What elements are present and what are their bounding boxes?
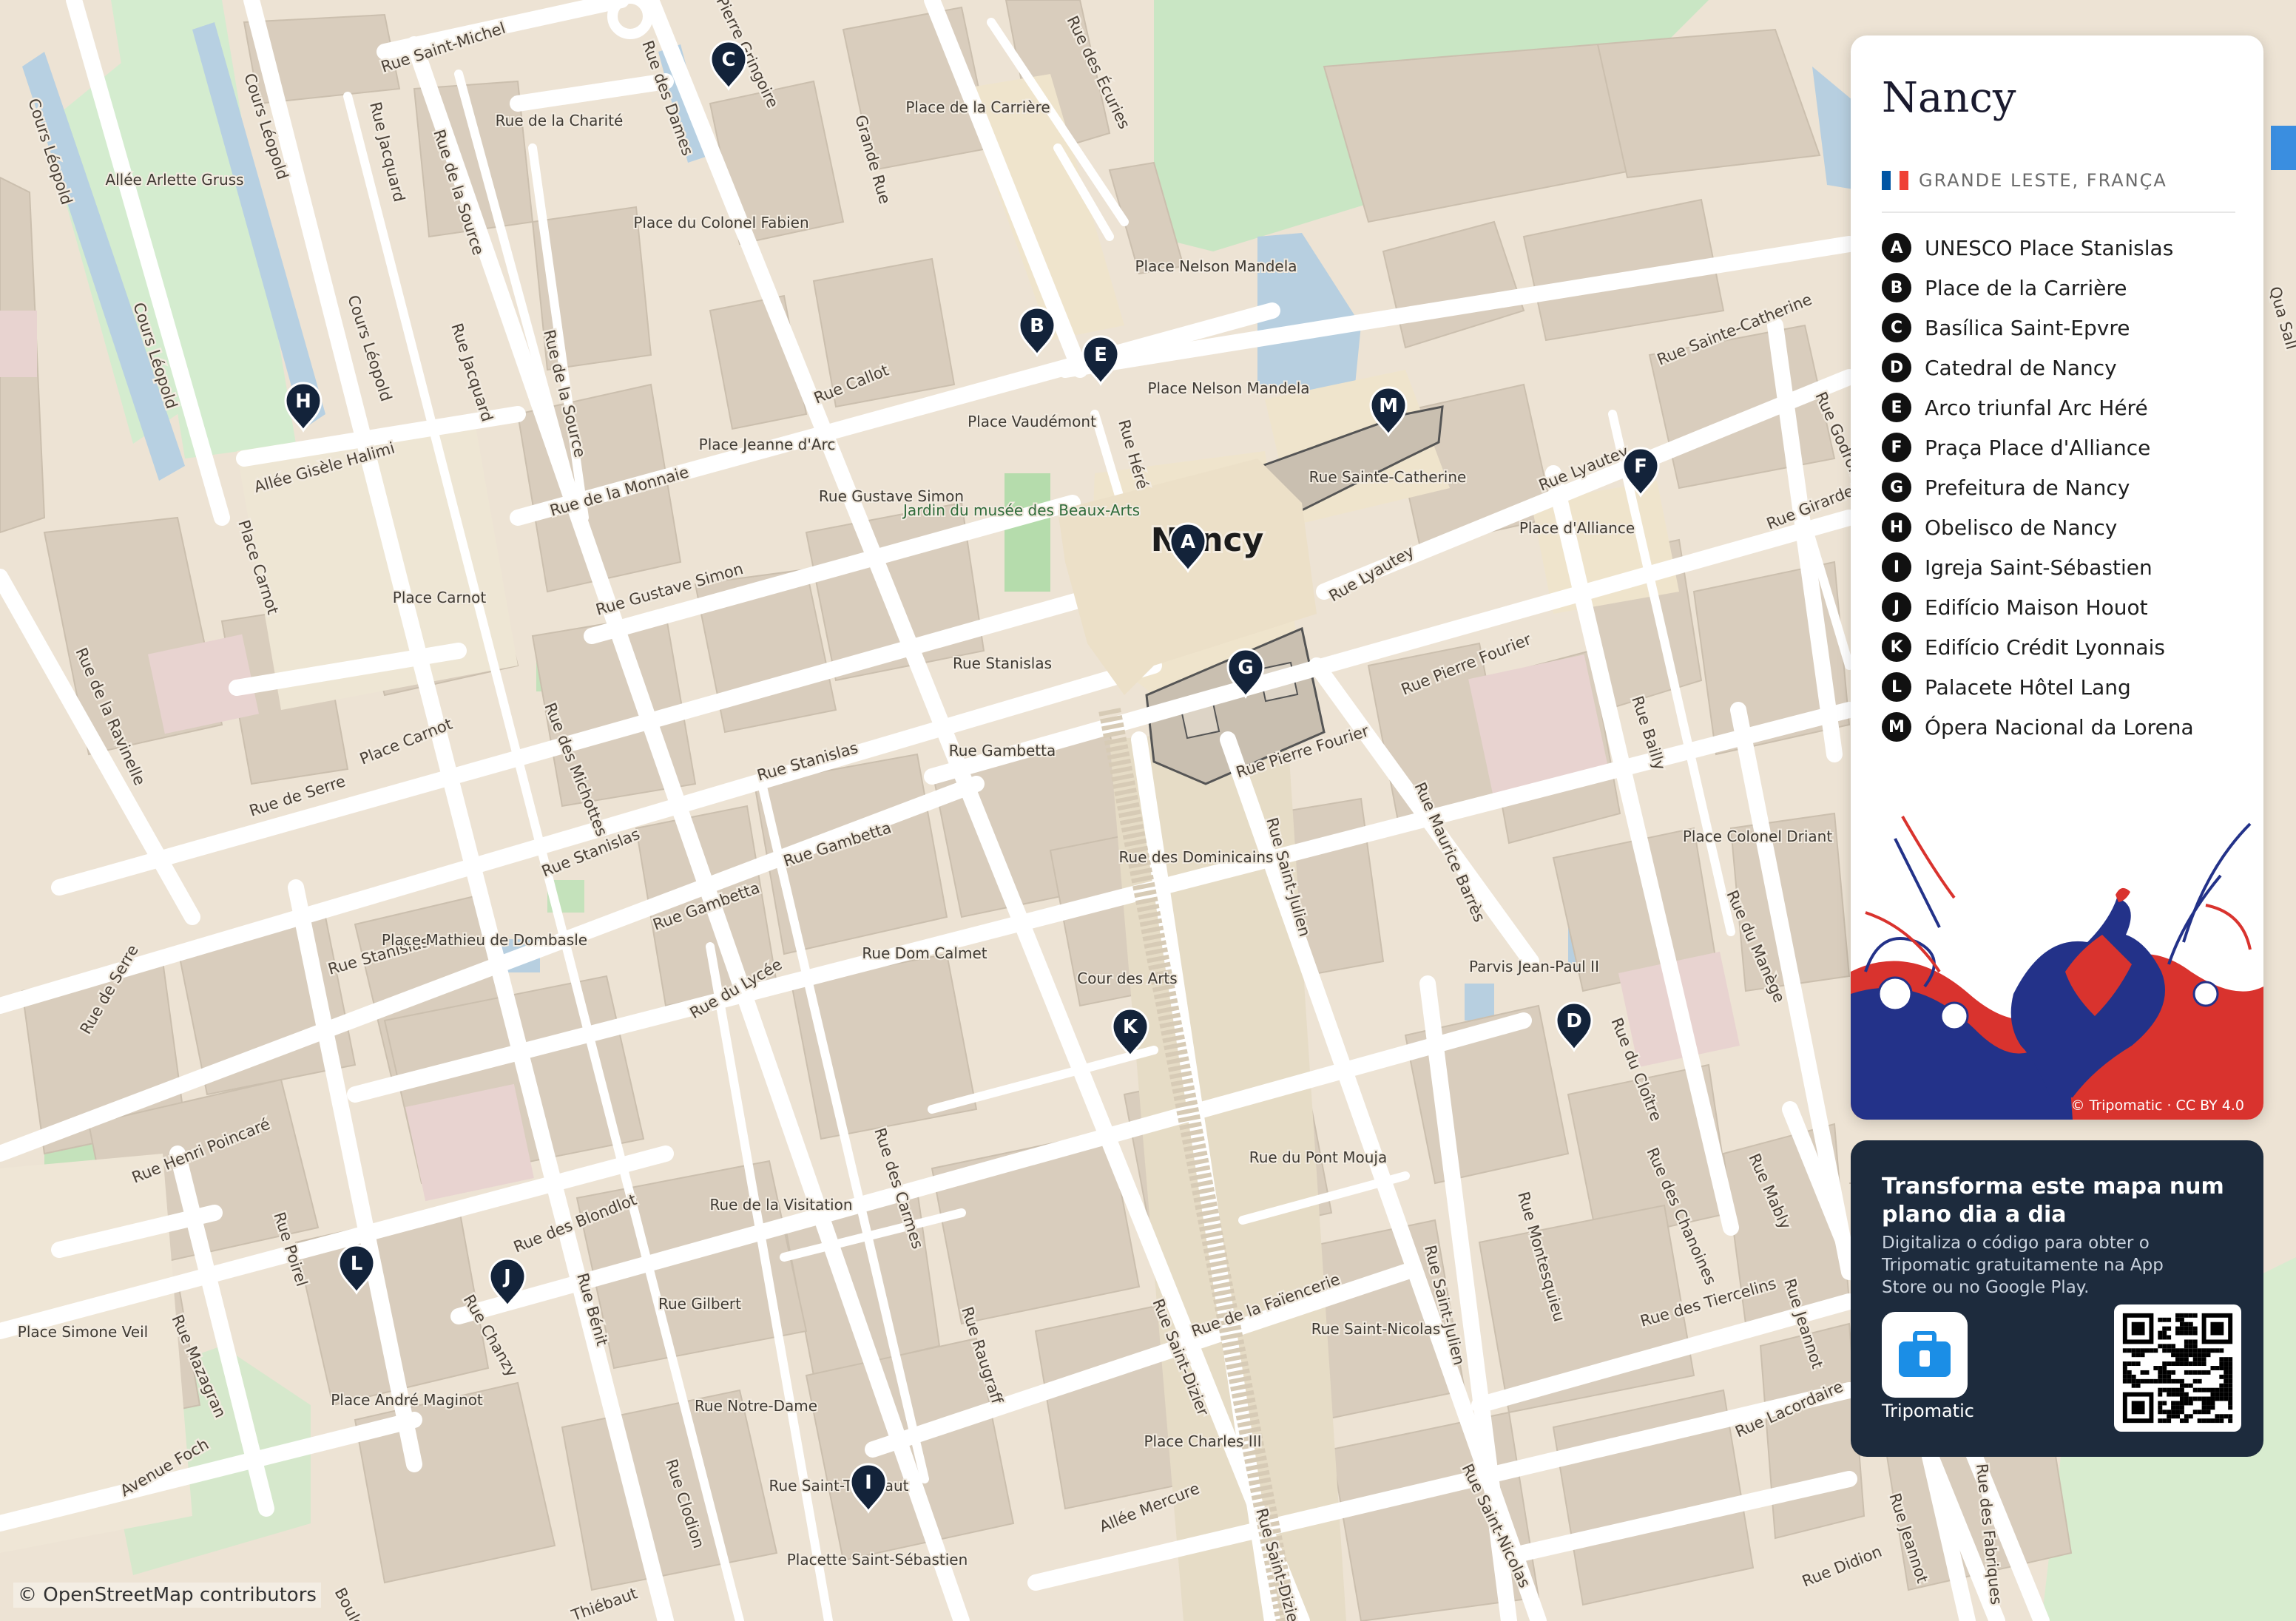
poi-name: UNESCO Place Stanislas [1925, 235, 2174, 260]
place-label: Place Nelson Mandela [1147, 379, 1309, 397]
poi-name: Arco triunfal Arc Héré [1925, 395, 2148, 420]
place-label: Rue Gilbert [658, 1295, 741, 1313]
legend-panel: Nancy GRANDE LESTE, FRANÇA A UNESCO Place… [1851, 35, 2263, 1120]
place-label: Place Simone Veil [18, 1323, 148, 1341]
promo-title: Transforma este mapa num plano dia a dia [1882, 1174, 2224, 1228]
app-name: Tripomatic [1882, 1401, 1974, 1421]
place-label: Allée Arlette Gruss [105, 171, 243, 189]
place-label: Place du Colonel Fabien [633, 214, 808, 231]
poi-item[interactable]: A UNESCO Place Stanislas [1882, 228, 2194, 268]
place-label: Rue des Dominicains [1119, 848, 1274, 866]
place-label: Rue Stanislas [953, 654, 1052, 672]
poi-item[interactable]: I Igreja Saint-Sébastien [1882, 547, 2194, 587]
map-pin-letter: L [351, 1253, 363, 1275]
place-label: Parvis Jean-Paul II [1469, 958, 1599, 975]
poi-item[interactable]: E Arco triunfal Arc Héré [1882, 388, 2194, 427]
place-label: Rue Dom Calmet [862, 944, 987, 962]
place-label: Place André Maginot [331, 1391, 483, 1409]
poi-name: Place de la Carrière [1925, 275, 2127, 300]
map-pin-letter: K [1123, 1016, 1138, 1038]
place-label: Rue de la Charité [496, 112, 624, 129]
panel-subtitle-row: GRANDE LESTE, FRANÇA [1882, 170, 2167, 191]
place-label: Rue Sainte-Catherine [1309, 468, 1467, 486]
map-pin-letter: D [1566, 1010, 1582, 1032]
poi-item[interactable]: M Ópera Nacional da Lorena [1882, 707, 2194, 747]
poi-letter-badge: J [1882, 592, 1911, 622]
poi-name: Ópera Nacional da Lorena [1925, 714, 2194, 740]
place-label: Rue Notre-Dame [695, 1397, 817, 1415]
map-pin-letter: F [1634, 456, 1647, 478]
poi-name: Catedral de Nancy [1925, 355, 2117, 380]
place-label: Place d'Alliance [1519, 519, 1635, 537]
place-label: Rue Saint-Thiébaut [769, 1477, 909, 1495]
poi-item[interactable]: F Praça Place d'Alliance [1882, 427, 2194, 467]
poi-name: Praça Place d'Alliance [1925, 435, 2151, 460]
poi-list: A UNESCO Place Stanislas B Place de la Carr… [1882, 228, 2194, 747]
park-label: Jardin du musée des Beaux-Arts [902, 501, 1140, 519]
poi-item[interactable]: C Basílica Saint-Epvre [1882, 308, 2194, 348]
place-label: Place Vaudémont [968, 413, 1096, 430]
poi-item[interactable]: J Edifício Maison Houot [1882, 587, 2194, 627]
map-pin-letter: A [1181, 531, 1195, 553]
poi-item[interactable]: L Palacete Hôtel Lang [1882, 667, 2194, 707]
map-pin-letter: H [295, 390, 311, 413]
poi-item[interactable]: K Edifício Crédit Lyonnais [1882, 627, 2194, 667]
place-label: Rue de la Visitation [709, 1196, 852, 1214]
poi-letter-badge: A [1882, 233, 1911, 263]
place-label: Place de la Carrière [905, 98, 1050, 116]
qr-code[interactable] [2114, 1304, 2241, 1432]
art-credit: © Tripomatic · CC BY 4.0 [2070, 1097, 2244, 1114]
promo-text: Digitaliza o código para obter o Tripoma… [1882, 1233, 2164, 1297]
map-pin-letter: G [1238, 657, 1253, 679]
place-label: Place Nelson Mandela [1135, 257, 1297, 275]
france-flag-icon [1882, 171, 1908, 190]
poi-letter-badge: E [1882, 393, 1911, 422]
poi-letter-badge: D [1882, 353, 1911, 382]
suitcase-icon[interactable] [1882, 1312, 1968, 1398]
place-label: Place Mathieu de Dombasle [382, 931, 587, 949]
place-label: Rue Saint-Nicolas [1311, 1320, 1441, 1338]
map-pin-letter: C [721, 49, 735, 71]
map-pin-letter: E [1094, 344, 1107, 366]
place-label: Rue Gambetta [949, 742, 1056, 759]
place-label: Placette Saint-Sébastien [787, 1551, 968, 1568]
place-label: Cour des Arts [1077, 969, 1177, 987]
map-pin-letter: I [865, 1472, 872, 1494]
poi-letter-badge: I [1882, 552, 1911, 582]
place-label: Rue du Pont Mouja [1249, 1148, 1388, 1166]
city-label: Nancy [1151, 521, 1264, 559]
poi-name: Edifício Crédit Lyonnais [1925, 634, 2165, 660]
poi-name: Palacete Hôtel Lang [1925, 674, 2131, 700]
place-label: Place Carnot [393, 589, 487, 606]
poi-item[interactable]: D Catedral de Nancy [1882, 348, 2194, 388]
poi-name: Prefeitura de Nancy [1925, 475, 2130, 500]
poi-item[interactable]: B Place de la Carrière [1882, 268, 2194, 308]
poi-item[interactable]: H Obelisco de Nancy [1882, 507, 2194, 547]
panel-divider [1882, 211, 2235, 213]
panel-subtitle: GRANDE LESTE, FRANÇA [1919, 170, 2167, 191]
poi-item[interactable]: G Prefeitura de Nancy [1882, 467, 2194, 507]
map-pin-letter: B [1030, 315, 1044, 337]
poi-letter-badge: H [1882, 512, 1911, 542]
panel-title: Nancy [1882, 74, 2016, 122]
poi-letter-badge: M [1882, 712, 1911, 742]
place-label: Place Colonel Driant [1683, 828, 1833, 845]
poi-name: Igreja Saint-Sébastien [1925, 555, 2152, 580]
place-label: Place Jeanne d'Arc [699, 436, 836, 453]
poi-letter-badge: G [1882, 473, 1911, 502]
poi-name: Basílica Saint-Epvre [1925, 315, 2130, 340]
poi-letter-badge: B [1882, 273, 1911, 302]
poi-name: Edifício Maison Houot [1925, 595, 2148, 620]
map-attribution[interactable]: © OpenStreetMap contributors [13, 1583, 321, 1608]
place-label: Place Charles III [1144, 1432, 1262, 1450]
map-pin-letter: J [502, 1266, 511, 1288]
poi-letter-badge: K [1882, 632, 1911, 662]
poi-letter-badge: F [1882, 433, 1911, 462]
poi-letter-badge: L [1882, 672, 1911, 702]
rooster-artwork [1851, 816, 2263, 1120]
poi-name: Obelisco de Nancy [1925, 515, 2118, 540]
map-pin-letter: M [1379, 395, 1398, 417]
poi-letter-badge: C [1882, 313, 1911, 342]
